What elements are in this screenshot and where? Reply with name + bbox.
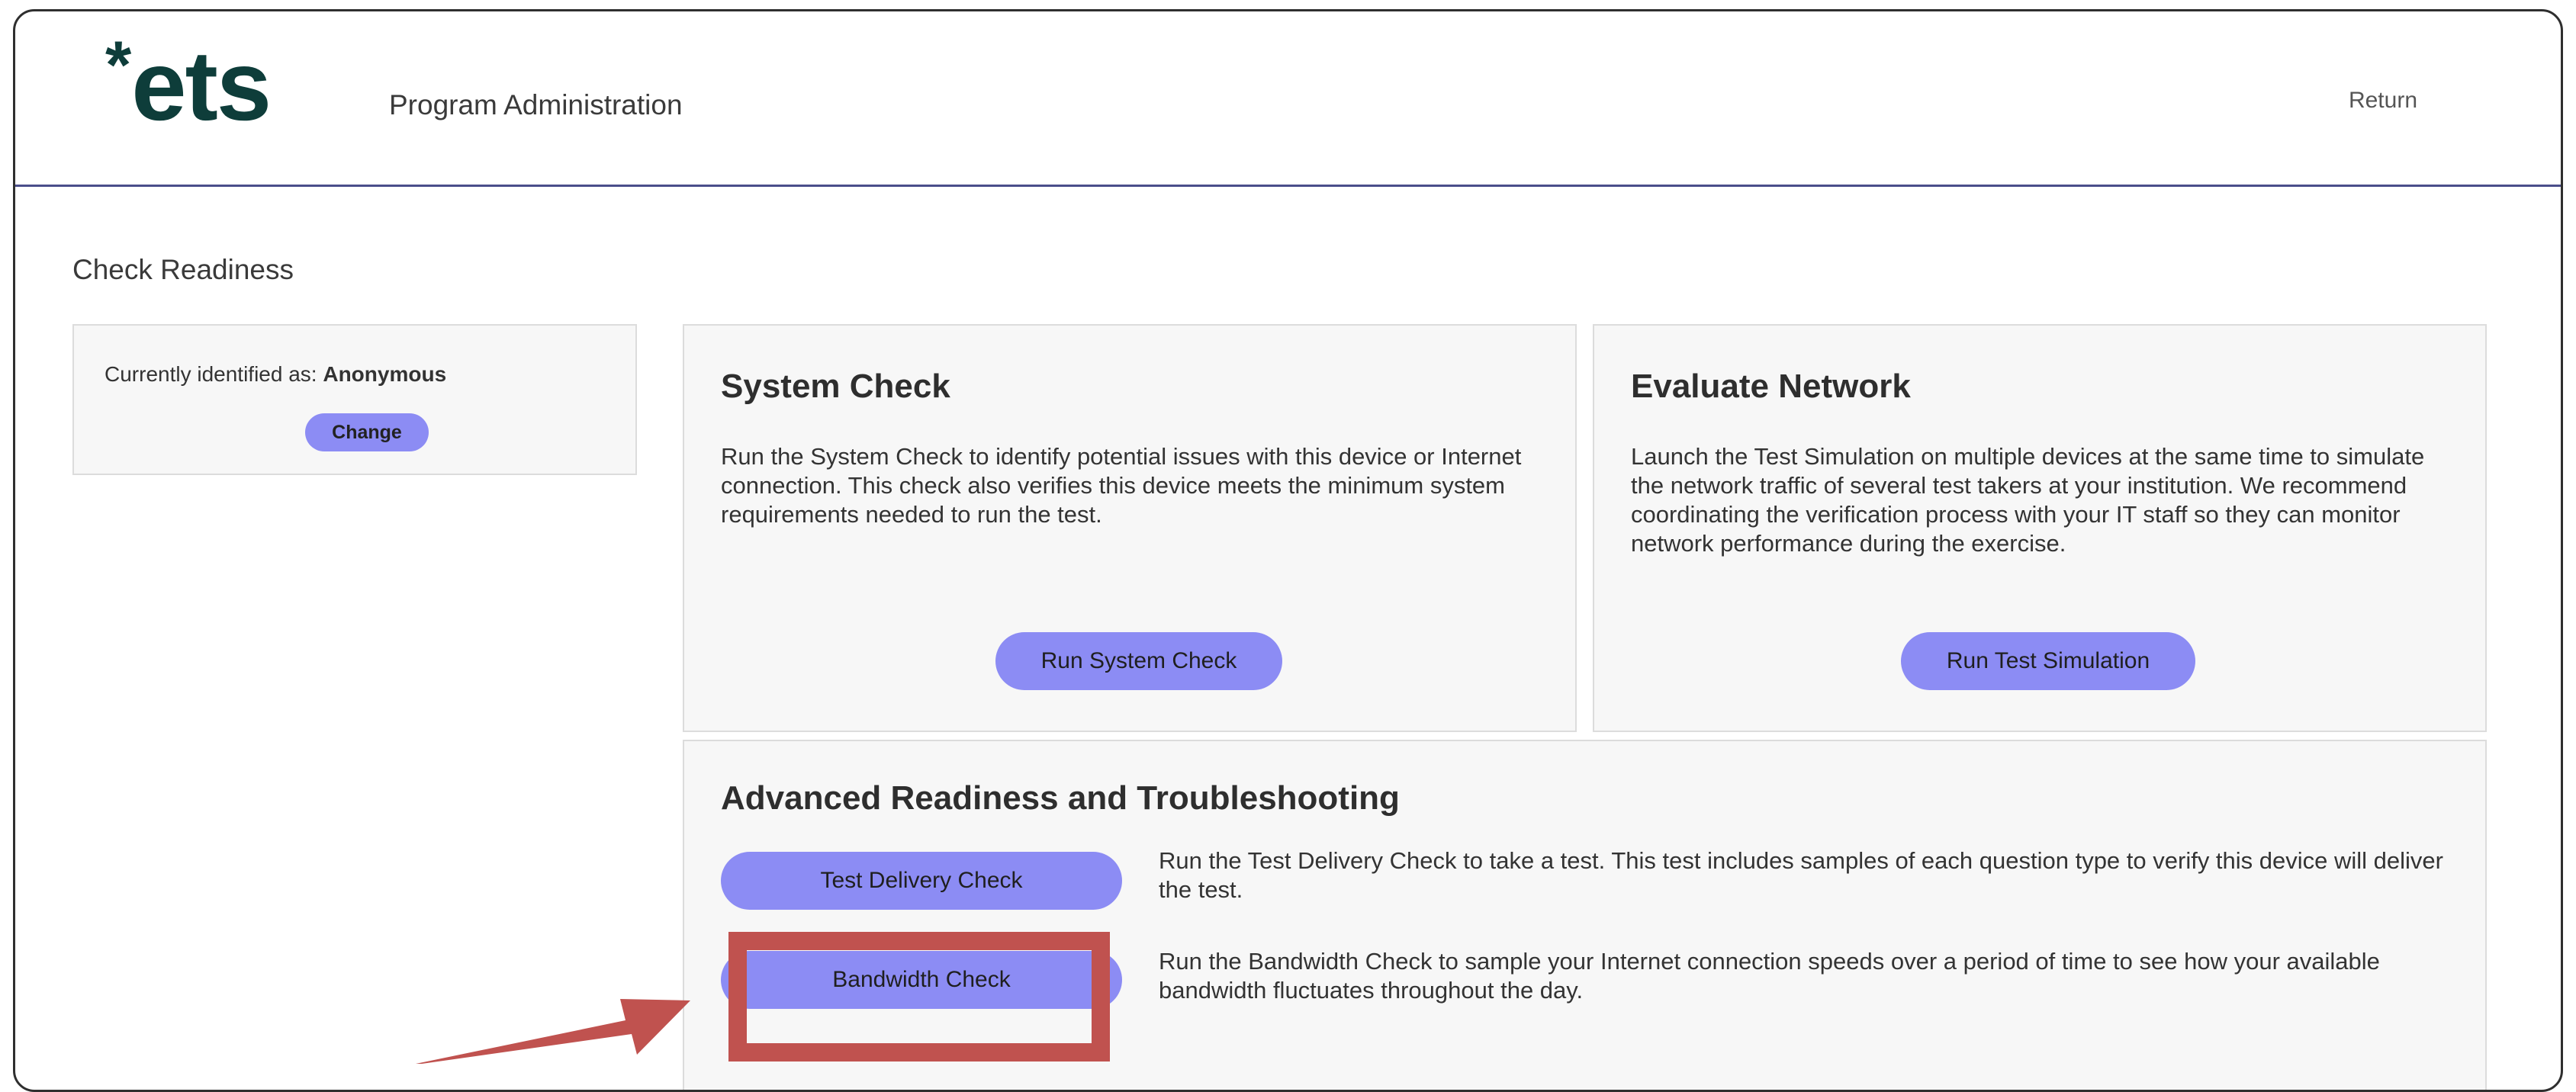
arrow-icon [416, 999, 690, 1064]
